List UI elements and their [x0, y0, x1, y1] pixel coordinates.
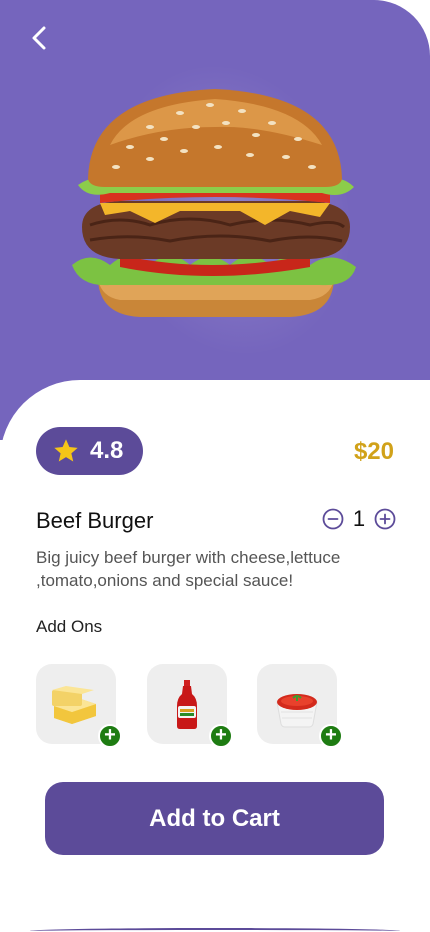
cheese-icon	[52, 686, 96, 724]
addon-salsa[interactable]: +	[257, 664, 343, 748]
product-name: Beef Burger	[36, 508, 154, 533]
product-description: Big juicy beef burger with cheese,lettuc…	[36, 548, 341, 590]
salsa-bowl-icon	[276, 694, 318, 728]
rating-value: 4.8	[90, 437, 124, 464]
addon-cheese[interactable]: +	[36, 664, 122, 748]
minus-circle-icon[interactable]	[322, 508, 344, 530]
quantity-value: 1	[352, 506, 366, 531]
add-salsa-plus-icon[interactable]: +	[319, 724, 343, 748]
star-icon	[54, 439, 78, 462]
quantity-stepper: 1	[322, 506, 396, 532]
ketchup-bottle-icon	[177, 680, 197, 729]
rating-badge: 4.8	[36, 427, 143, 475]
addons-title: Add Ons	[36, 617, 103, 636]
add-to-cart-button[interactable]: Add to Cart	[45, 782, 384, 855]
home-indicator	[30, 928, 400, 932]
hero-banner	[0, 0, 430, 440]
add-cheese-plus-icon[interactable]: +	[98, 724, 122, 748]
addon-ketchup[interactable]: +	[147, 664, 233, 748]
burger-image	[72, 89, 356, 317]
product-price: $20	[353, 438, 394, 465]
back-chevron-icon[interactable]	[24, 22, 56, 54]
add-ketchup-plus-icon[interactable]: +	[209, 724, 233, 748]
plus-circle-icon[interactable]	[374, 508, 396, 530]
